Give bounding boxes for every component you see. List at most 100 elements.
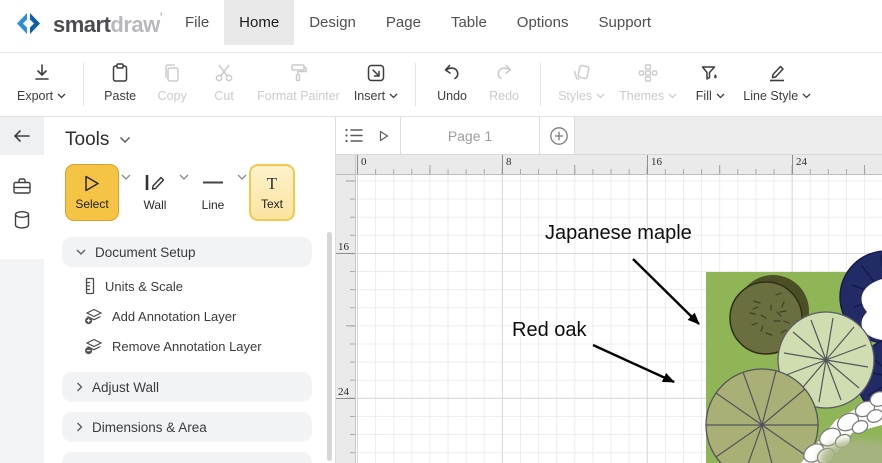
menu-file[interactable]: File [170, 0, 224, 45]
shapes-cylinder-icon [13, 210, 31, 230]
add-page-button[interactable] [549, 117, 569, 154]
export-download-icon [31, 62, 53, 84]
smartdraw-logo: smartdraw' [14, 10, 162, 40]
chevron-right-icon [76, 422, 83, 432]
section-dimensions-area[interactable]: Dimensions & Area [62, 412, 312, 442]
undo-icon [441, 62, 463, 84]
export-button[interactable]: Export [10, 53, 73, 116]
menu-table[interactable]: Table [436, 0, 502, 45]
annotation-arrow-japanese-maple[interactable] [633, 259, 699, 324]
menu-page[interactable]: Page [371, 0, 436, 45]
landscape-drawing[interactable] [706, 251, 882, 463]
main-menu: File Home Design Page Table Options Supp… [170, 0, 666, 45]
annotation-japanese-maple[interactable]: Japanese maple [545, 222, 692, 244]
copy-icon [161, 62, 183, 84]
chevron-down-icon [668, 93, 677, 99]
themes-button: Themes [612, 53, 684, 116]
page-bar-filler [574, 117, 882, 154]
chevron-right-icon [76, 382, 83, 392]
select-tool-button[interactable]: Select [65, 164, 119, 221]
page-play-button[interactable] [379, 117, 389, 154]
ruler-label: 8 [506, 156, 512, 168]
ruler-corner [336, 155, 356, 175]
page-list-button[interactable] [345, 117, 364, 154]
add-annotation-layer-item[interactable]: Add Annotation Layer [84, 305, 236, 327]
shapes-tab[interactable] [0, 203, 44, 237]
annotation-red-oak[interactable]: Red oak [512, 319, 587, 341]
page-list-icon [345, 128, 364, 143]
section-adjust-wall[interactable]: Adjust Wall [62, 372, 312, 402]
chevron-down-icon [802, 93, 811, 99]
ruler-label: 16 [651, 156, 662, 168]
insert-icon [365, 62, 387, 84]
brand-smart: smart [53, 12, 110, 37]
wall-tool-chevron-icon[interactable] [179, 174, 189, 181]
smartdraw-logo-icon [14, 10, 44, 40]
undo-button[interactable]: Undo [426, 53, 478, 116]
wall-tool-button[interactable]: Wall [133, 164, 177, 221]
units-scale-item[interactable]: Units & Scale [84, 275, 183, 297]
paste-button[interactable]: Paste [94, 53, 146, 116]
line-icon [201, 173, 225, 192]
drawing-canvas[interactable]: Japanese maple Red oak [356, 175, 882, 463]
chevron-down-icon [389, 93, 398, 99]
remove-annotation-layer-item[interactable]: Remove Annotation Layer [84, 335, 262, 357]
brand-draw: draw [110, 12, 159, 37]
panel-scrollbar[interactable] [327, 232, 332, 461]
ruler-label: 0 [361, 156, 367, 168]
styles-icon [571, 62, 593, 84]
back-arrow-icon [13, 129, 31, 143]
svg-text:T: T [267, 174, 278, 193]
text-tool-button[interactable]: T Text [249, 164, 295, 221]
insert-button[interactable]: Insert [347, 53, 405, 116]
line-tool-label: Line [202, 198, 225, 212]
brand-text: smartdraw' [53, 12, 162, 38]
page-tab-label: Page 1 [448, 128, 492, 144]
units-scale-label: Units & Scale [105, 279, 183, 294]
menu-design[interactable]: Design [294, 0, 371, 45]
play-triangle-icon [379, 130, 389, 142]
line-tool-chevron-icon[interactable] [237, 174, 247, 181]
section-document-setup[interactable]: Document Setup [62, 237, 312, 267]
format-painter-icon [287, 62, 309, 84]
add-annotation-layer-label: Add Annotation Layer [112, 309, 236, 324]
section-dimensions-area-label: Dimensions & Area [92, 420, 207, 435]
select-tool-label: Select [75, 197, 108, 211]
plus-circle-icon [549, 126, 569, 146]
menu-home[interactable]: Home [224, 0, 294, 45]
ruler-label: 16 [338, 241, 349, 253]
line-style-button[interactable]: Line Style [736, 53, 818, 116]
page-tab-bar: Page 1 [336, 117, 882, 155]
toolbar-divider [540, 63, 541, 106]
canvas-area: Page 1 0 8 16 24 16 24 [336, 117, 882, 463]
wall-pen-icon [144, 173, 166, 192]
toolbox-icon [12, 177, 32, 195]
vertical-ruler: 16 24 [336, 175, 356, 463]
tool-buttons-row: Select Wall Line T Text [65, 164, 295, 221]
menu-options[interactable]: Options [502, 0, 584, 45]
collapse-panel-button[interactable] [0, 117, 44, 155]
ribbon-toolbar: Export Paste Copy Cut Format Painter Ins… [0, 53, 882, 117]
chevron-down-icon [57, 93, 66, 99]
tools-panel-title[interactable]: Tools [65, 129, 131, 151]
styles-button: Styles [551, 53, 612, 116]
section-partial[interactable] [62, 452, 312, 463]
select-tool-chevron-icon[interactable] [121, 174, 131, 181]
menu-support[interactable]: Support [584, 0, 667, 45]
text-t-icon: T [264, 174, 280, 193]
cut-button: Cut [198, 53, 250, 116]
annotation-arrow-red-oak[interactable] [593, 345, 674, 382]
smartdraw-app: smartdraw' File Home Design Page Table O… [0, 0, 882, 463]
ruler-label: 24 [796, 156, 807, 168]
brand-mark: ' [160, 10, 162, 24]
copy-button: Copy [146, 53, 198, 116]
toolbox-tab[interactable] [0, 169, 44, 203]
page-tab[interactable]: Page 1 [400, 117, 540, 154]
chevron-down-icon [716, 93, 725, 99]
redo-icon [493, 62, 515, 84]
fill-bucket-icon [699, 62, 721, 84]
line-tool-button[interactable]: Line [191, 164, 235, 221]
drawing-scene: Japanese maple Red oak [356, 175, 882, 463]
wall-tool-label: Wall [144, 198, 167, 212]
fill-button[interactable]: Fill [684, 53, 736, 116]
